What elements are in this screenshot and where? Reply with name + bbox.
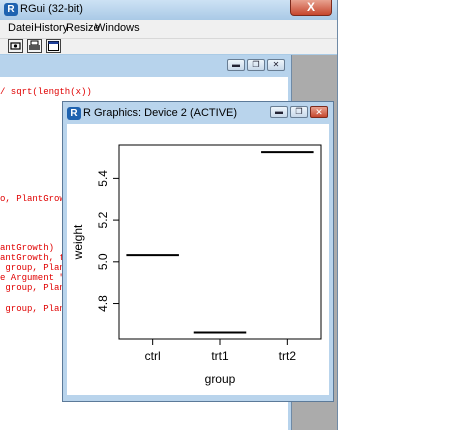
console-line: group, Plant xyxy=(0,283,71,293)
x-axis-title: group xyxy=(205,372,236,386)
y-axis-title: weight xyxy=(71,224,85,260)
menu-history[interactable]: History xyxy=(34,22,68,34)
console-titlebar[interactable]: ▬ ❐ ✕ xyxy=(0,55,291,77)
console-line: antGrowth, t xyxy=(0,253,65,263)
graphics-titlebar[interactable]: R R Graphics: Device 2 (ACTIVE) ▬ ❐ ✕ xyxy=(63,102,333,124)
r-logo-icon: R xyxy=(4,3,18,16)
graphics-restore-button[interactable]: ❐ xyxy=(290,106,308,118)
console-close-button[interactable]: ✕ xyxy=(267,59,285,71)
y-tick-label: 5.2 xyxy=(96,211,110,228)
r-logo-icon: R xyxy=(67,107,81,120)
window-icon[interactable] xyxy=(46,39,61,53)
plot-frame xyxy=(118,144,322,340)
menu-datei[interactable]: Datei xyxy=(8,22,34,34)
console-line: antGrowth) xyxy=(0,243,55,253)
print-icon[interactable] xyxy=(27,39,42,53)
main-titlebar[interactable]: R RGui (32-bit) X xyxy=(0,0,337,20)
menubar: Datei History Resize Windows xyxy=(0,20,337,39)
interaction-plot: 4.8 5.0 5.2 5.4 ctrl trt1 trt2 group weight xyxy=(71,144,322,386)
console-line: e Argument " xyxy=(0,273,65,283)
console-line: group, Plant xyxy=(0,263,71,273)
plot-canvas: 4.8 5.0 5.2 5.4 ctrl trt1 trt2 group weight xyxy=(67,124,329,395)
graphics-close-button[interactable]: ✕ xyxy=(310,106,328,118)
x-tick-label: trt2 xyxy=(279,349,297,363)
menu-windows[interactable]: Windows xyxy=(95,22,140,34)
y-tick-label: 4.8 xyxy=(96,295,110,312)
open-script-icon[interactable] xyxy=(8,39,23,53)
graphics-minimize-button[interactable]: ▬ xyxy=(270,106,288,118)
y-tick-label: 5.0 xyxy=(96,253,110,270)
graphics-window-title: R Graphics: Device 2 (ACTIVE) xyxy=(83,107,238,119)
console-restore-button[interactable]: ❐ xyxy=(247,59,265,71)
x-tick-label: ctrl xyxy=(145,349,161,363)
console-minimize-button[interactable]: ▬ xyxy=(227,59,245,71)
y-tick-label: 5.4 xyxy=(96,170,110,187)
main-close-button[interactable]: X xyxy=(290,0,332,16)
graphics-device-window: R R Graphics: Device 2 (ACTIVE) ▬ ❐ ✕ 4.… xyxy=(62,101,334,402)
toolbar xyxy=(0,39,337,54)
console-line: o, PlantGrow xyxy=(0,194,65,204)
console-line: group, Plant xyxy=(0,304,71,314)
main-window-title: RGui (32-bit) xyxy=(20,3,83,15)
console-line: / sqrt(length(x)) xyxy=(0,87,92,97)
x-tick-label: trt1 xyxy=(211,349,229,363)
